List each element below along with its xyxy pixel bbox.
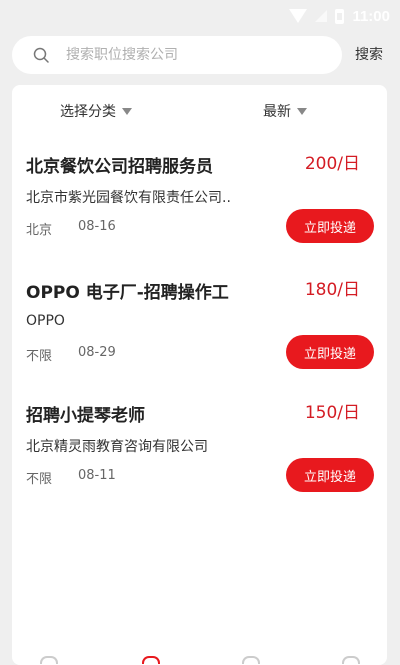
sort-filter-label: 最新 (263, 104, 291, 120)
battery-icon (335, 8, 345, 24)
job-title: OPPO 电子厂-招聘操作工 (26, 283, 229, 303)
category-filter-label: 选择分类 (60, 104, 116, 120)
job-location: 不限 (26, 349, 53, 364)
job-salary: 200/日 (304, 154, 360, 174)
job-meta: 不限 08-29 (26, 345, 116, 364)
apply-button[interactable]: 立即投递 (286, 209, 374, 243)
status-bar: 11:00 (0, 0, 400, 32)
job-meta: 不限 08-11 (26, 468, 116, 487)
job-location: 不限 (26, 472, 53, 487)
search-button[interactable]: 搜索 (355, 44, 383, 64)
status-time: 11:00 (352, 7, 390, 25)
dropdown-arrow-icon (297, 107, 307, 115)
job-item[interactable]: 招聘小提琴老师 150/日 北京精灵雨教育咨询有限公司 不限 08-11 立即投… (12, 401, 387, 521)
sort-filter[interactable]: 最新 (263, 101, 307, 121)
nav-icon[interactable] (242, 656, 260, 664)
job-item[interactable]: OPPO 电子厂-招聘操作工 180/日 OPPO 不限 08-29 立即投递 (12, 278, 387, 398)
wifi-icon (289, 9, 308, 23)
job-item[interactable]: 北京餐饮公司招聘服务员 200/日 北京市紫光园餐饮有限责任公司.. 北京 08… (12, 152, 387, 272)
nav-icon[interactable] (40, 656, 58, 664)
job-company: 北京精灵雨教育咨询有限公司 (26, 439, 208, 455)
apply-button[interactable]: 立即投递 (286, 335, 374, 369)
job-list-card: 选择分类 最新 北京餐饮公司招聘服务员 200/日 北京市紫光园餐饮有限责任公司… (12, 85, 387, 665)
filter-bar: 选择分类 最新 (12, 85, 387, 135)
nav-icon[interactable] (142, 656, 160, 664)
job-date: 08-11 (78, 468, 116, 483)
job-location: 北京 (26, 223, 53, 238)
job-title: 招聘小提琴老师 (26, 406, 145, 426)
signal-icon (315, 10, 328, 22)
dropdown-arrow-icon (122, 107, 132, 115)
job-date: 08-29 (78, 345, 116, 360)
job-salary: 150/日 (304, 403, 360, 423)
job-company: 北京市紫光园餐饮有限责任公司.. (26, 190, 231, 206)
category-filter[interactable]: 选择分类 (60, 101, 132, 121)
job-title: 北京餐饮公司招聘服务员 (26, 157, 213, 177)
apply-button[interactable]: 立即投递 (286, 458, 374, 492)
status-icons: 11:00 (289, 6, 390, 26)
job-company: OPPO (26, 313, 65, 329)
search-icon (33, 47, 49, 63)
bottom-nav-partial (0, 652, 400, 664)
job-salary: 180/日 (304, 280, 360, 300)
job-date: 08-16 (78, 219, 116, 234)
search-input[interactable] (66, 36, 326, 74)
nav-icon[interactable] (342, 656, 360, 664)
search-bar[interactable] (12, 36, 342, 74)
job-meta: 北京 08-16 (26, 219, 116, 238)
